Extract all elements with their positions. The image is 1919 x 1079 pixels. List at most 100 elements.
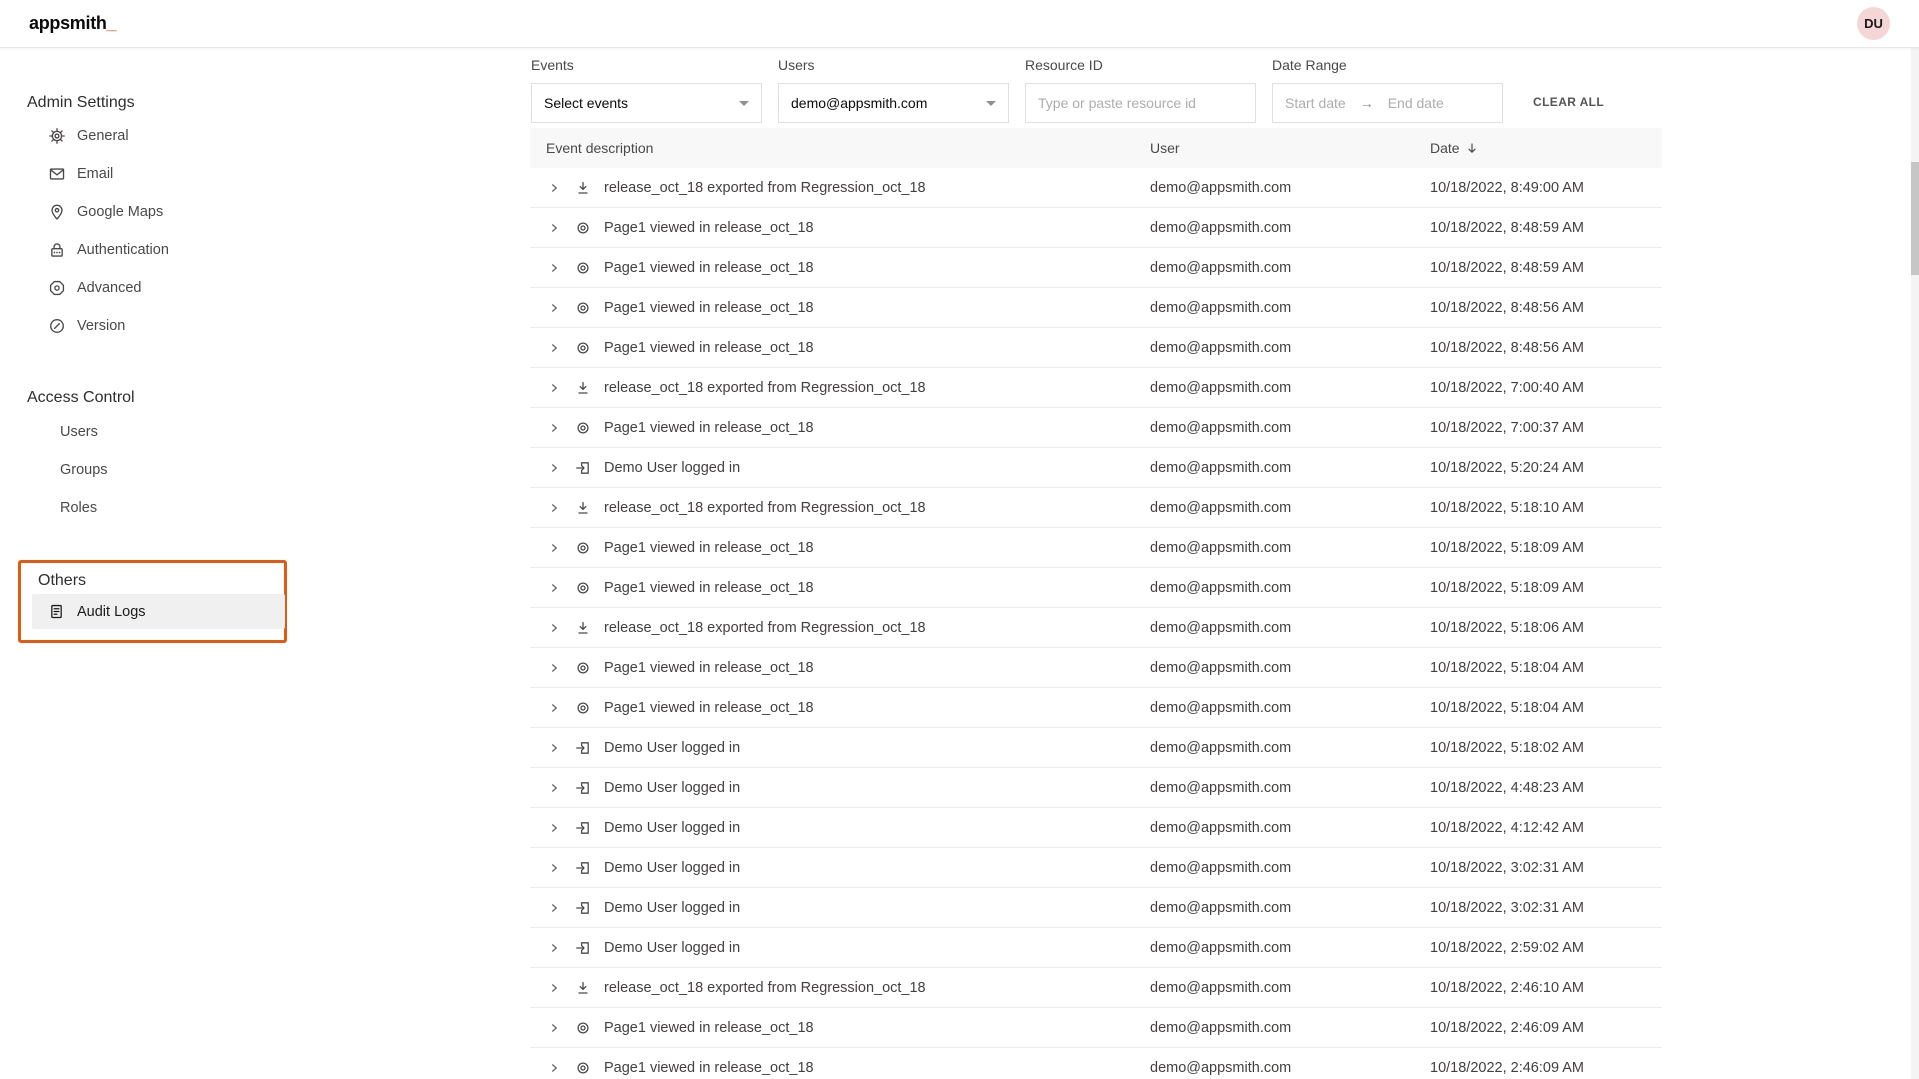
event-date: 10/18/2022, 5:18:02 AM (1430, 740, 1662, 756)
date-range-picker[interactable]: Start date → End date (1272, 83, 1503, 123)
table-row[interactable]: Demo User logged indemo@appsmith.com10/1… (530, 768, 1662, 808)
sidebar-item-users[interactable]: Users (32, 413, 287, 451)
appsmith-logo[interactable]: appsmith_ (29, 13, 116, 34)
audit-log-table-body: release_oct_18 exported from Regression_… (530, 168, 1662, 1079)
event-description: Demo User logged in (604, 740, 740, 756)
table-row[interactable]: release_oct_18 exported from Regression_… (530, 368, 1662, 408)
sidebar-item-google-maps[interactable]: Google Maps (32, 193, 287, 231)
row-expand-chevron-icon[interactable] (550, 463, 559, 473)
event-date: 10/18/2022, 2:46:10 AM (1430, 980, 1662, 996)
table-row[interactable]: Page1 viewed in release_oct_18demo@appsm… (530, 328, 1662, 368)
sidebar-item-authentication[interactable]: Authentication (32, 231, 287, 269)
event-user: demo@appsmith.com (1150, 700, 1430, 716)
row-expand-chevron-icon[interactable] (550, 743, 559, 753)
login-icon (575, 899, 592, 916)
row-expand-chevron-icon[interactable] (550, 503, 559, 513)
row-expand-chevron-icon[interactable] (550, 863, 559, 873)
user-avatar[interactable]: DU (1857, 7, 1890, 40)
clear-all-button[interactable]: CLEAR ALL (1533, 95, 1604, 109)
sidebar-item-groups[interactable]: Groups (32, 451, 287, 489)
event-date: 10/18/2022, 2:59:02 AM (1430, 940, 1662, 956)
sidebar-item-email[interactable]: Email (32, 155, 287, 193)
sidebar-item-general[interactable]: General (32, 117, 287, 155)
sidebar-item-version[interactable]: Version (32, 307, 287, 345)
vertical-scrollbar-thumb[interactable] (1911, 162, 1919, 275)
row-expand-chevron-icon[interactable] (550, 983, 559, 993)
column-header-date[interactable]: Date (1430, 140, 1478, 156)
row-expand-chevron-icon[interactable] (550, 663, 559, 673)
sidebar-item-audit-logs[interactable]: Audit Logs (32, 594, 285, 629)
row-expand-chevron-icon[interactable] (550, 543, 559, 553)
event-user: demo@appsmith.com (1150, 500, 1430, 516)
vertical-scrollbar-track[interactable] (1911, 48, 1919, 1079)
table-row[interactable]: release_oct_18 exported from Regression_… (530, 608, 1662, 648)
events-select-value: Select events (544, 95, 628, 111)
row-expand-chevron-icon[interactable] (550, 223, 559, 233)
event-description: Page1 viewed in release_oct_18 (604, 420, 814, 436)
table-row[interactable]: Page1 viewed in release_oct_18demo@appsm… (530, 1008, 1662, 1048)
lock-icon (48, 241, 66, 259)
event-date: 10/18/2022, 2:46:09 AM (1430, 1060, 1662, 1076)
row-expand-chevron-icon[interactable] (550, 303, 559, 313)
table-row[interactable]: Page1 viewed in release_oct_18demo@appsm… (530, 248, 1662, 288)
resource-id-input[interactable] (1038, 95, 1243, 111)
row-expand-chevron-icon[interactable] (550, 263, 559, 273)
event-date: 10/18/2022, 8:48:56 AM (1430, 340, 1662, 356)
row-expand-chevron-icon[interactable] (550, 423, 559, 433)
eye-icon (575, 219, 592, 236)
row-expand-chevron-icon[interactable] (550, 183, 559, 193)
users-select[interactable]: demo@appsmith.com (778, 83, 1009, 123)
sidebar-item-roles[interactable]: Roles (32, 489, 287, 527)
row-expand-chevron-icon[interactable] (550, 583, 559, 593)
table-row[interactable]: Demo User logged indemo@appsmith.com10/1… (530, 448, 1662, 488)
table-row[interactable]: release_oct_18 exported from Regression_… (530, 488, 1662, 528)
table-row[interactable]: Page1 viewed in release_oct_18demo@appsm… (530, 648, 1662, 688)
table-row[interactable]: release_oct_18 exported from Regression_… (530, 968, 1662, 1008)
start-date-placeholder: Start date (1285, 95, 1346, 111)
row-expand-chevron-icon[interactable] (550, 623, 559, 633)
table-row[interactable]: Demo User logged indemo@appsmith.com10/1… (530, 848, 1662, 888)
event-user: demo@appsmith.com (1150, 900, 1430, 916)
event-user: demo@appsmith.com (1150, 980, 1430, 996)
event-description: Demo User logged in (604, 900, 740, 916)
table-row[interactable]: release_oct_18 exported from Regression_… (530, 168, 1662, 208)
chevron-down-icon (739, 101, 749, 106)
users-filter-group: Users demo@appsmith.com (778, 57, 1009, 123)
row-expand-chevron-icon[interactable] (550, 903, 559, 913)
table-row[interactable]: Demo User logged indemo@appsmith.com10/1… (530, 888, 1662, 928)
table-row[interactable]: Page1 viewed in release_oct_18demo@appsm… (530, 408, 1662, 448)
event-description: release_oct_18 exported from Regression_… (604, 180, 926, 196)
table-row[interactable]: Demo User logged indemo@appsmith.com10/1… (530, 808, 1662, 848)
event-user: demo@appsmith.com (1150, 940, 1430, 956)
eye-icon (575, 659, 592, 676)
row-expand-chevron-icon[interactable] (550, 823, 559, 833)
row-expand-chevron-icon[interactable] (550, 703, 559, 713)
table-row[interactable]: Page1 viewed in release_oct_18demo@appsm… (530, 568, 1662, 608)
table-row[interactable]: Page1 viewed in release_oct_18demo@appsm… (530, 528, 1662, 568)
download-icon (575, 379, 592, 396)
row-expand-chevron-icon[interactable] (550, 943, 559, 953)
table-row[interactable]: Page1 viewed in release_oct_18demo@appsm… (530, 208, 1662, 248)
table-row[interactable]: Demo User logged indemo@appsmith.com10/1… (530, 728, 1662, 768)
row-expand-chevron-icon[interactable] (550, 783, 559, 793)
table-row[interactable]: Page1 viewed in release_oct_18demo@appsm… (530, 688, 1662, 728)
end-date-placeholder: End date (1388, 95, 1444, 111)
row-expand-chevron-icon[interactable] (550, 1063, 559, 1073)
download-icon (575, 619, 592, 636)
sidebar-item-advanced[interactable]: Advanced (32, 269, 287, 307)
events-select[interactable]: Select events (531, 83, 762, 123)
sidebar-item-label: Authentication (77, 242, 169, 258)
eye-icon (575, 699, 592, 716)
login-icon (575, 939, 592, 956)
event-user: demo@appsmith.com (1150, 540, 1430, 556)
event-description: Page1 viewed in release_oct_18 (604, 260, 814, 276)
row-expand-chevron-icon[interactable] (550, 343, 559, 353)
download-icon (575, 499, 592, 516)
row-expand-chevron-icon[interactable] (550, 1023, 559, 1033)
eye-icon (575, 1019, 592, 1036)
table-row[interactable]: Page1 viewed in release_oct_18demo@appsm… (530, 1048, 1662, 1079)
table-row[interactable]: Page1 viewed in release_oct_18demo@appsm… (530, 288, 1662, 328)
row-expand-chevron-icon[interactable] (550, 383, 559, 393)
table-row[interactable]: Demo User logged indemo@appsmith.com10/1… (530, 928, 1662, 968)
event-description: release_oct_18 exported from Regression_… (604, 380, 926, 396)
